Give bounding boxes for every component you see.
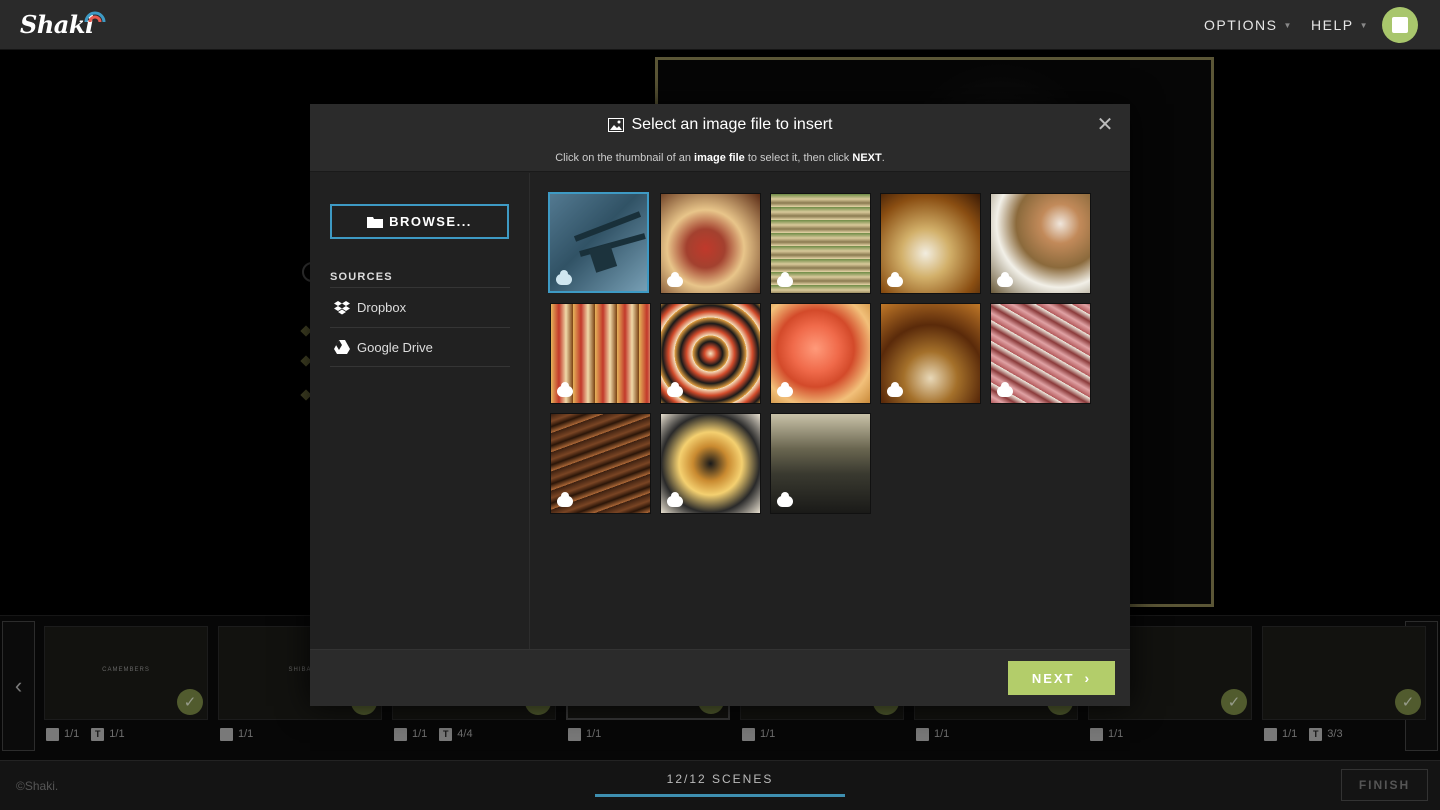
chevron-down-icon: ▼ (1359, 20, 1369, 30)
image-thumbnail[interactable] (880, 193, 981, 294)
chevron-down-icon: ▼ (1283, 20, 1293, 30)
dialog-footer: NEXT › (310, 649, 1130, 706)
options-menu[interactable]: OPTIONS ▼ (1204, 0, 1293, 50)
logo-rainbow-icon (84, 11, 106, 23)
cloud-icon (777, 382, 793, 397)
cloud-icon (667, 272, 683, 287)
cloud-icon (557, 492, 573, 507)
source-dropbox[interactable]: Dropbox (330, 287, 510, 327)
dialog-header: Select an image file to insert Click on … (310, 104, 1130, 172)
cloud-icon (997, 382, 1013, 397)
image-thumbnail[interactable] (770, 193, 871, 294)
help-menu[interactable]: HELP ▼ (1311, 0, 1369, 50)
source-google-drive[interactable]: Google Drive (330, 327, 510, 367)
next-button[interactable]: NEXT › (1008, 661, 1115, 695)
image-thumbnail-selected[interactable] (548, 192, 649, 293)
image-thumbnail[interactable] (770, 303, 871, 404)
sources-panel: BROWSE... SOURCES Dropbox Google Drive (310, 173, 530, 649)
chevron-right-icon: › (1084, 670, 1092, 686)
copyright-text: ©Shaki. (16, 779, 59, 793)
browse-button[interactable]: BROWSE... (330, 204, 509, 239)
image-thumbnail[interactable] (660, 193, 761, 294)
help-label: HELP (1311, 17, 1354, 33)
image-icon (607, 118, 624, 132)
scene-count: 12/12 SCENES (666, 772, 774, 786)
sources-heading: SOURCES (330, 271, 393, 283)
folder-icon (367, 216, 384, 228)
image-thumbnail[interactable] (770, 413, 871, 514)
chopsticks-photo (573, 211, 646, 273)
user-icon (1392, 17, 1408, 33)
google-drive-icon (334, 340, 350, 354)
scene-progress-bar (595, 794, 845, 797)
image-thumbnail[interactable] (660, 413, 761, 514)
cloud-icon (887, 382, 903, 397)
cloud-icon (667, 382, 683, 397)
image-thumbnail[interactable] (990, 193, 1091, 294)
cloud-icon (667, 492, 683, 507)
image-thumbnail[interactable] (880, 303, 981, 404)
image-thumbnail[interactable] (660, 303, 761, 404)
finish-button[interactable]: FINISH (1341, 769, 1428, 801)
cloud-icon (997, 272, 1013, 287)
close-icon[interactable]: ✕ (1096, 115, 1114, 135)
image-thumbnail[interactable] (990, 303, 1091, 404)
dialog-subtitle: Click on the thumbnail of an image file … (555, 152, 885, 164)
user-avatar[interactable] (1382, 7, 1418, 43)
image-thumbnail[interactable] (550, 303, 651, 404)
cloud-icon (556, 270, 572, 285)
cloud-icon (777, 492, 793, 507)
cloud-icon (777, 272, 793, 287)
image-thumbnail[interactable] (550, 413, 651, 514)
shaki-logo[interactable]: Shaki (20, 10, 94, 39)
cloud-icon (887, 272, 903, 287)
cloud-icon (557, 382, 573, 397)
insert-image-dialog: Select an image file to insert Click on … (310, 104, 1130, 706)
dialog-title: Select an image file to insert (310, 116, 1130, 134)
dropbox-icon (334, 300, 350, 314)
options-label: OPTIONS (1204, 17, 1278, 33)
scene-progress-fill (595, 794, 845, 797)
